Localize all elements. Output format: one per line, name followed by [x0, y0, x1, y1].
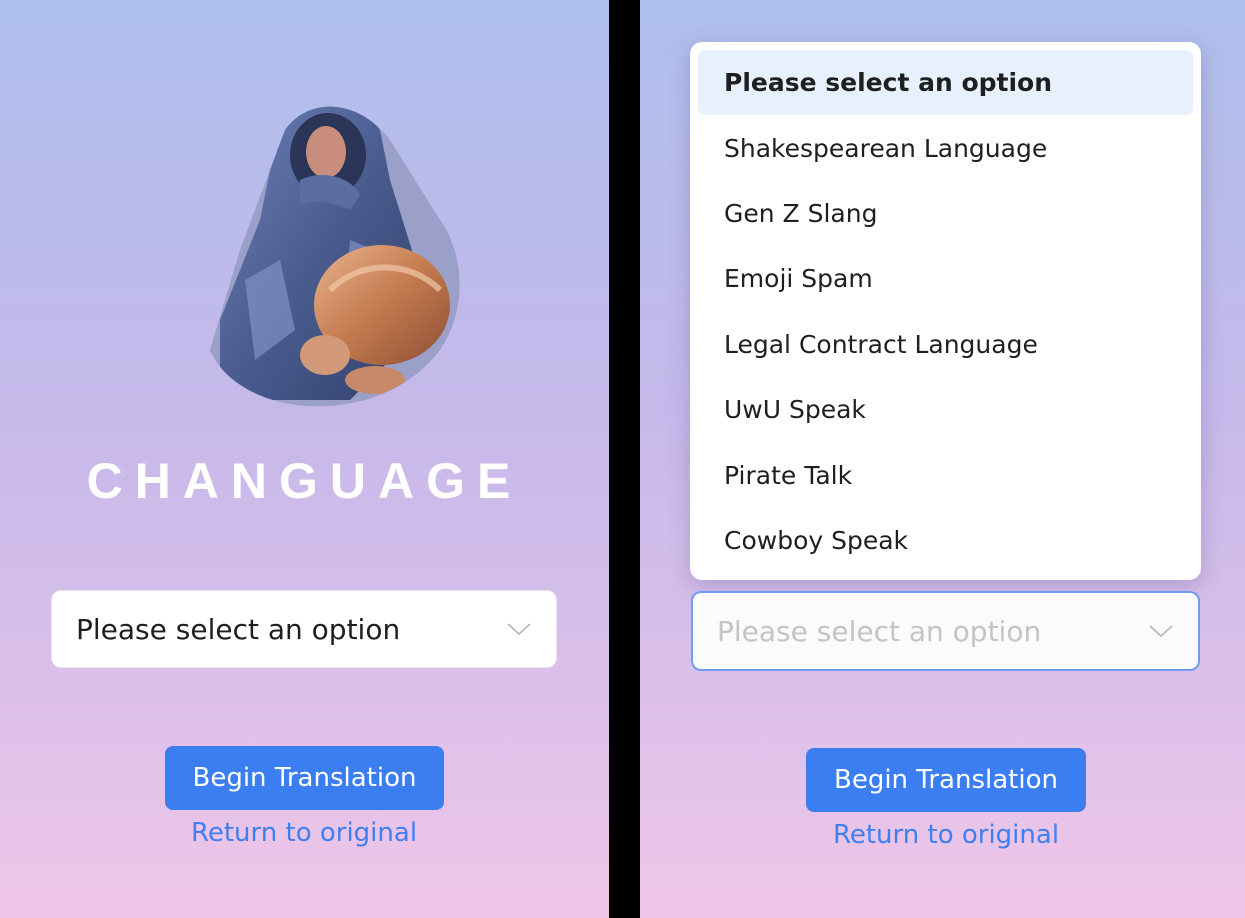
chevron-down-icon [506, 621, 532, 637]
dropdown-option[interactable]: Shakespearean Language [698, 115, 1193, 180]
select-placeholder: Please select an option [717, 614, 1042, 648]
return-to-original-link[interactable]: Return to original [796, 820, 1096, 850]
translation-style-dropdown: Please select an option Shakespearean Lan… [690, 42, 1201, 580]
screenshot-stage: CHANGUAGE Please select an option Begin … [0, 0, 1245, 918]
dropdown-option[interactable]: Please select an option [698, 50, 1193, 116]
begin-translation-button[interactable]: Begin Translation [806, 748, 1086, 812]
chevron-down-icon [1148, 623, 1174, 639]
translation-style-select[interactable]: Please select an option [691, 591, 1200, 671]
dropdown-option[interactable]: Cowboy Speak [698, 508, 1193, 573]
dropdown-option[interactable]: Emoji Spam [698, 246, 1193, 311]
mascot-image [200, 100, 460, 412]
dropdown-option[interactable]: Pirate Talk [698, 442, 1193, 507]
home-screen: CHANGUAGE Please select an option Begin … [0, 0, 609, 918]
dropdown-option[interactable]: Legal Contract Language [698, 312, 1193, 377]
app-title: CHANGUAGE [86, 453, 523, 509]
begin-translation-button[interactable]: Begin Translation [165, 746, 444, 810]
home-screen-dropdown-open: Please select an option Shakespearean Lan… [640, 0, 1245, 918]
select-value: Please select an option [76, 612, 401, 646]
return-to-original-link[interactable]: Return to original [154, 818, 454, 848]
dropdown-option[interactable]: Gen Z Slang [698, 181, 1193, 246]
translation-style-select[interactable]: Please select an option [51, 590, 557, 668]
dropdown-option[interactable]: UwU Speak [698, 377, 1193, 442]
